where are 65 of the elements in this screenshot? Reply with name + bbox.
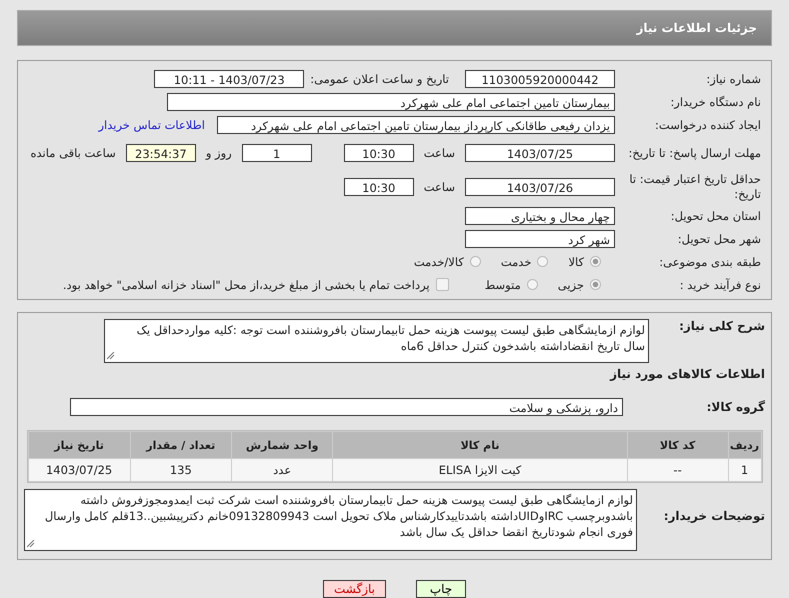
column-header: نام کالا [333, 432, 627, 458]
field-label: ساعت [424, 146, 455, 160]
column-header: تاریخ نیاز [28, 432, 130, 458]
field-label: نوع فرآیند خرید : [678, 278, 761, 292]
radio-label: کالا [568, 254, 584, 268]
column-header: تعداد / مقدار [130, 432, 231, 458]
buyer-contact-link[interactable]: اطلاعات تماس خریدار [98, 118, 205, 132]
validity-time-field: 10:30 [344, 178, 414, 196]
field-label: استان محل تحویل: [670, 208, 761, 222]
radio-label: کالا/خدمت [414, 254, 464, 268]
page-title: جزئیات اطلاعات نیاز [636, 21, 757, 35]
radio-label: خدمت [500, 254, 532, 268]
field-label: شماره نیاز: [705, 72, 761, 86]
field-label: شهر محل تحویل: [676, 232, 761, 246]
table-cell: -- [628, 459, 728, 481]
section-title: اطلاعات کالاهای مورد نیاز [608, 367, 765, 381]
announce-date-field: 1403/07/23 - 10:11 [154, 70, 304, 88]
table-cell: عدد [232, 459, 332, 481]
radio-button[interactable] [590, 256, 601, 267]
table-cell: 1403/07/25 [28, 459, 130, 481]
field-label: حداقل تاریخ اعتبار قیمت: تا تاریخ: [628, 172, 761, 202]
field-label: گروه کالا: [706, 400, 765, 414]
validity-date-field: 1403/07/26 [465, 178, 615, 196]
province-field: چهار محال و بختیاری [465, 206, 615, 224]
column-header: واحد شمارش [232, 432, 332, 458]
radio-label: جزیی [558, 278, 584, 292]
summary-text-area[interactable]: لوازم ازمایشگاهی طبق لیست پیوست هزینه حمل تابیمارستان بافروشننده است توجه :کلیه مواردحداقل یک سال تاریخ انقضاداشته باشدخون کنترل حداقل 6ماه [104, 319, 649, 363]
field-label: توضیحات خریدار: [662, 509, 765, 523]
column-header: کد کالا [628, 432, 728, 458]
field-label: روز و [206, 146, 232, 160]
resize-grip-icon[interactable] [107, 352, 115, 360]
field-label: شرح کلی نیاز: [678, 319, 765, 333]
resize-grip-icon[interactable] [27, 540, 35, 548]
field-label: ساعت باقی مانده [30, 146, 116, 160]
radio-button[interactable] [537, 256, 548, 267]
field-label: نام دستگاه خریدار: [669, 94, 761, 108]
table-cell: کیت الایزا ELISA [333, 459, 627, 481]
city-field: شهر کرد [465, 230, 615, 248]
remaining-time-field: 23:54:37 [126, 144, 196, 162]
field-label: طبقه بندی موضوعی: [658, 254, 761, 268]
field-label: ساعت [424, 180, 455, 194]
field-label: مهلت ارسال پاسخ: تا تاریخ: [627, 146, 761, 160]
back-button[interactable]: بازگشت [323, 580, 386, 598]
column-header: ردیف [728, 432, 760, 458]
buyer-org-field: بیمارستان تامین اجتماعی امام علی شهرکرد [167, 92, 615, 110]
field-label: ایجاد کننده درخواست: [654, 118, 761, 132]
table-cell: 1 [728, 459, 760, 481]
checkbox[interactable] [436, 278, 449, 291]
radio-button[interactable] [526, 279, 538, 290]
radio-button[interactable] [590, 279, 601, 290]
need-number-field: 1103005920000442 [465, 70, 615, 88]
requester-field: یزدان رفیعی طاقانکی کارپرداز بیمارستان تامین اجتماعی امام علی شهرکرد [217, 116, 615, 134]
buyer-notes-text: لوازم ازمایشگاهی طبق لیست پیوست هزینه حمل تابیمارستان بافروشننده است شرکت ثبت ایمدومجوزفروش داشته باشدوبرچسب IRCوUIDداشته باشدتاییدکارشناس ملاک تحویل است 09132809943خانم دکترپیشبین..13قلم کامل وارسال فوری انجام شودتاریخ انقضا حداقل یک سال باشد [44, 493, 633, 539]
table-cell: 135 [130, 459, 231, 481]
summary-text: لوازم ازمایشگاهی طبق لیست پیوست هزینه حمل تابیمارستان بافروشننده است توجه :کلیه مواردحداقل یک سال تاریخ انقضاداشته باشدخون کنترل حداقل 6ماه [136, 323, 645, 353]
radio-button[interactable] [470, 256, 481, 267]
checkbox-label: پرداخت تمام یا بخشی از مبلغ خرید،از محل "اسناد خزانه اسلامی" خواهد بود. [62, 278, 430, 292]
deadline-time-field: 10:30 [344, 144, 414, 162]
print-button[interactable]: چاپ [416, 580, 466, 598]
deadline-date-field: 1403/07/25 [465, 144, 615, 162]
field-label: تاریخ و ساعت اعلان عمومی: [310, 72, 449, 86]
radio-label: متوسط [484, 278, 521, 292]
buyer-notes-area[interactable] [24, 489, 637, 551]
days-field: 1 [242, 144, 312, 162]
goods-group-field: دارو، پزشکی و سلامت [70, 398, 623, 416]
